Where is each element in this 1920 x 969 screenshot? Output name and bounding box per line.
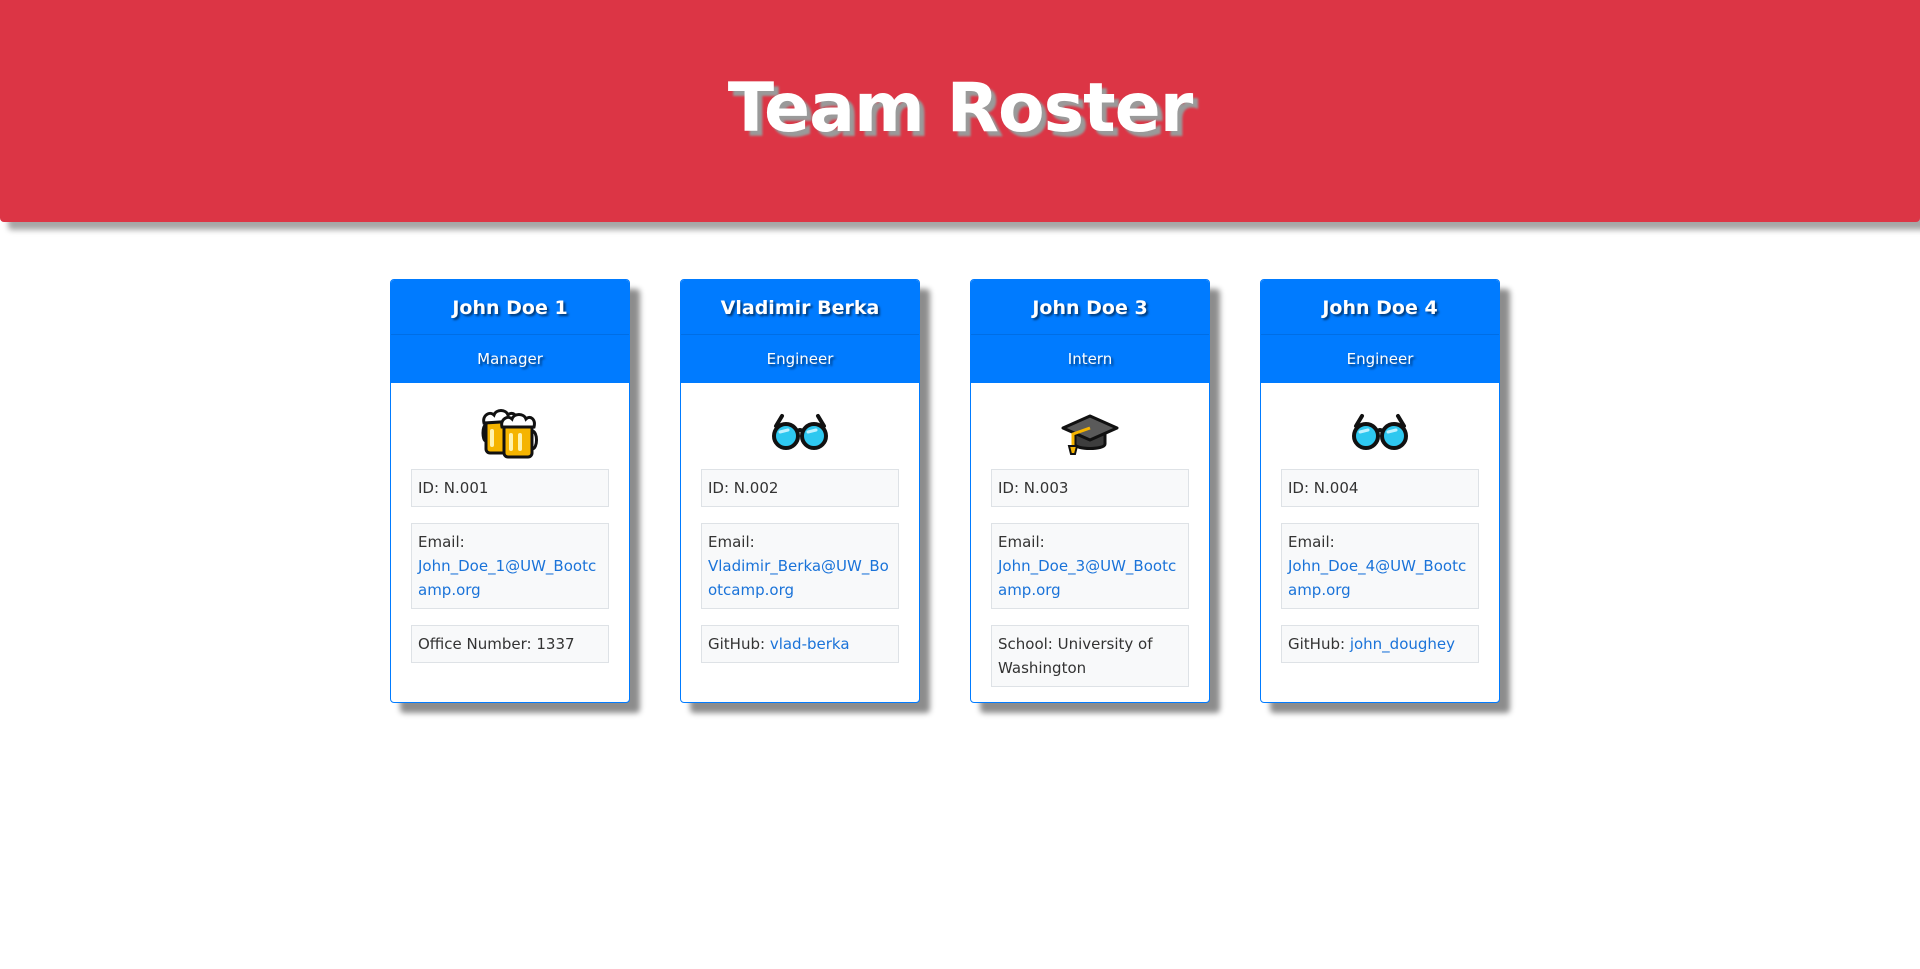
school-field: School: University of Washington [991,625,1189,687]
employee-card: John Doe 4 Engineer ID: N.004 Email: Joh… [1260,279,1500,703]
employee-card: John Doe 3 Intern ID: N.003 Email: John_… [970,279,1210,703]
school-text: School: University of Washington [998,635,1153,677]
github-link[interactable]: vlad-berka [770,635,850,653]
page-header: Team Roster [0,0,1920,222]
glasses-icon [681,399,919,469]
employee-email-field: Email: John_Doe_4@UW_Bootcamp.org [1281,523,1479,609]
employee-role: Engineer [1346,350,1414,368]
card-body: ID: N.004 Email: John_Doe_4@UW_Bootcamp.… [1261,469,1499,699]
employee-name: Vladimir Berka [681,280,919,335]
github-label: GitHub: [1288,635,1350,653]
graduation-cap-icon [971,399,1209,469]
employee-id: ID: N.004 [1281,469,1479,507]
employee-role: Manager [477,350,543,368]
email-label: Email: [708,533,755,551]
email-link[interactable]: John_Doe_3@UW_Bootcamp.org [998,557,1176,599]
employee-name: John Doe 1 [391,280,629,335]
github-field: GitHub: vlad-berka [701,625,899,663]
employee-email-field: Email: John_Doe_1@UW_Bootcamp.org [411,523,609,609]
employee-email-field: Email: John_Doe_3@UW_Bootcamp.org [991,523,1189,609]
card-header: John Doe 3 Intern [971,280,1209,383]
card-body: ID: N.002 Email: Vladimir_Berka@UW_Bootc… [681,469,919,699]
card-header: John Doe 1 Manager [391,280,629,383]
card-header: John Doe 4 Engineer [1261,280,1499,383]
employee-role: Engineer [766,350,834,368]
github-link[interactable]: john_doughey [1350,635,1455,653]
employee-name: John Doe 4 [1261,280,1499,335]
page-title: Team Roster [727,68,1194,148]
email-link[interactable]: Vladimir_Berka@UW_Bootcamp.org [708,557,889,599]
employee-id: ID: N.003 [991,469,1189,507]
card-header: Vladimir Berka Engineer [681,280,919,383]
beer-mugs-icon [391,399,629,469]
email-link[interactable]: John_Doe_4@UW_Bootcamp.org [1288,557,1466,599]
employee-card: John Doe 1 Manager ID: N.001 Email: John… [390,279,630,703]
office-number-field: Office Number: 1337 [411,625,609,663]
team-cards: John Doe 1 Manager ID: N.001 Email: John… [390,279,1500,703]
employee-role: Intern [1067,350,1113,368]
office-number-text: Office Number: 1337 [418,635,575,653]
github-field: GitHub: john_doughey [1281,625,1479,663]
email-link[interactable]: John_Doe_1@UW_Bootcamp.org [418,557,596,599]
card-body: ID: N.001 Email: John_Doe_1@UW_Bootcamp.… [391,469,629,699]
employee-id: ID: N.002 [701,469,899,507]
employee-card: Vladimir Berka Engineer ID: N.002 Email:… [680,279,920,703]
employee-email-field: Email: Vladimir_Berka@UW_Bootcamp.org [701,523,899,609]
github-label: GitHub: [708,635,770,653]
email-label: Email: [418,533,465,551]
email-label: Email: [1288,533,1335,551]
email-label: Email: [998,533,1045,551]
card-body: ID: N.003 Email: John_Doe_3@UW_Bootcamp.… [971,469,1209,702]
employee-id: ID: N.001 [411,469,609,507]
glasses-icon [1261,399,1499,469]
employee-name: John Doe 3 [971,280,1209,335]
